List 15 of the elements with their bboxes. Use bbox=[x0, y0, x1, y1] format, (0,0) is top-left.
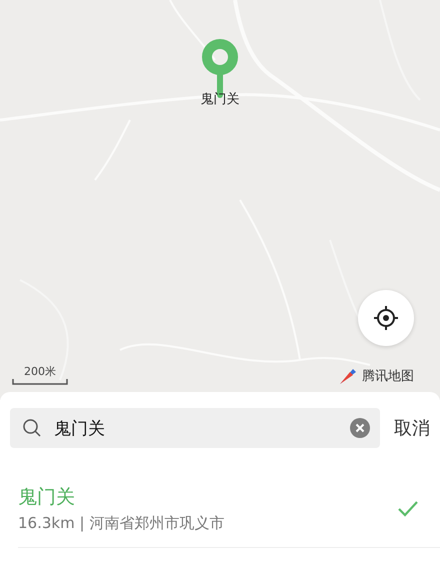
cancel-button[interactable]: 取消 bbox=[394, 416, 430, 440]
locate-icon bbox=[373, 305, 399, 331]
search-field[interactable]: 鬼门关 bbox=[10, 408, 380, 448]
pin-label: 鬼门关 bbox=[200, 91, 240, 108]
clear-icon[interactable] bbox=[350, 418, 370, 438]
search-icon bbox=[22, 418, 42, 438]
scale-bar-icon bbox=[12, 379, 68, 385]
scale-label: 200米 bbox=[24, 364, 56, 379]
result-item[interactable]: 鬼门关 16.3km | 河南省郑州市巩义市 bbox=[18, 478, 440, 548]
check-icon bbox=[398, 500, 418, 516]
map-provider-label: 腾讯地图 bbox=[362, 368, 414, 385]
search-input[interactable]: 鬼门关 bbox=[52, 417, 340, 439]
map-logo-icon bbox=[338, 366, 358, 386]
place-detail: 16.3km | 河南省郑州市巩义市 bbox=[18, 514, 226, 533]
place-name: 鬼门关 bbox=[18, 485, 76, 510]
